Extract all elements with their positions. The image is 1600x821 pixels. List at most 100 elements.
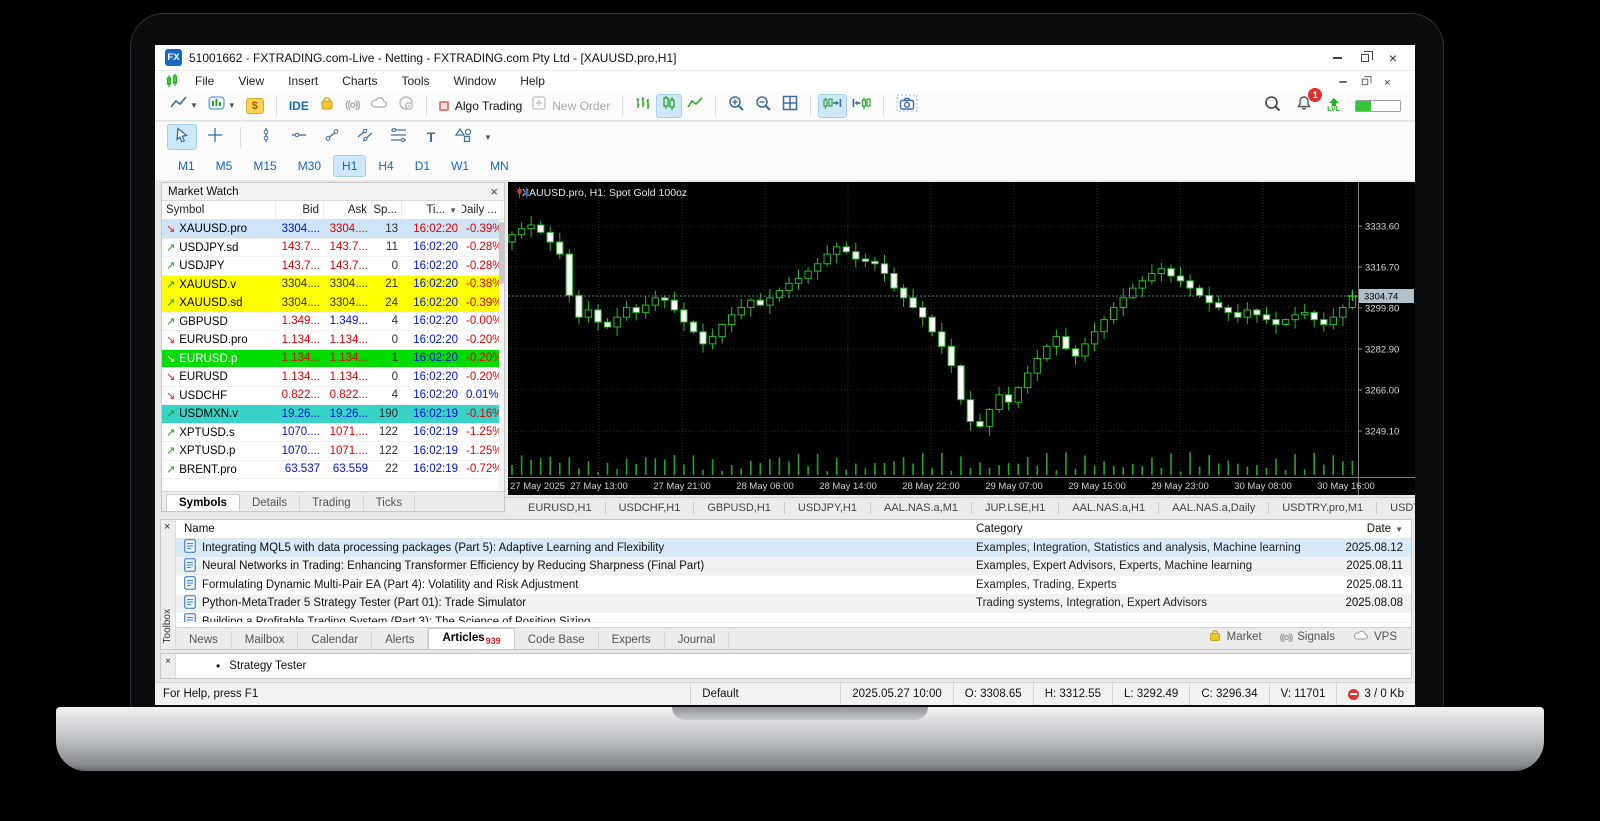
toolbox-tab-experts[interactable]: Experts	[599, 631, 665, 649]
chart-tab-usdjpy-h1[interactable]: USDJPY,H1	[785, 502, 871, 514]
market-watch-row-usdjpy-sd[interactable]: ↗USDJPY.sd143.7...143.7...1116:02:20-0.2…	[162, 239, 504, 258]
menu-window[interactable]: Window	[442, 74, 509, 88]
market-watch-row-usdjpy[interactable]: ↗USDJPY143.7...143.7...016:02:20-0.28%	[162, 257, 504, 276]
timeframe-mn[interactable]: MN	[481, 155, 518, 177]
chart-tab-usdtry-pro-m1[interactable]: USDTRY.pro,M1	[1269, 502, 1377, 514]
menu-file[interactable]: File	[183, 74, 226, 88]
column-header-category[interactable]: Category	[976, 523, 1321, 535]
ide-button[interactable]: IDE	[284, 94, 314, 118]
market-watch-row-xptusd-s[interactable]: ↗XPTUSD.s1070....1071....12216:02:19-1.2…	[162, 424, 504, 443]
chart-tab-aal-nas-a-h1[interactable]: AAL.NAS.a,H1	[1059, 502, 1159, 514]
market-watch-tab-ticks[interactable]: Ticks	[364, 495, 415, 511]
column-header-symbol[interactable]: Symbol	[162, 201, 276, 219]
minimize-button[interactable]	[1325, 49, 1349, 66]
auto-scroll-button[interactable]	[847, 94, 876, 118]
chart-type-dropdown-button[interactable]: ▼	[165, 94, 203, 118]
market-watch-row-eurusd-pro[interactable]: ↘EURUSD.pro1.134...1.134...016:02:20-0.2…	[162, 331, 504, 350]
shapes-tool-button[interactable]	[449, 124, 479, 150]
column-header-ask[interactable]: Ask	[324, 201, 372, 219]
market-watch-close-icon[interactable]: ×	[490, 185, 498, 198]
horizontal-line-tool-button[interactable]	[284, 124, 314, 150]
market-watch-view-dropdown-button[interactable]: ▼	[203, 94, 241, 118]
toolbox-tab-articles[interactable]: Articles939	[428, 628, 514, 649]
market-watch-tab-details[interactable]: Details	[240, 495, 300, 511]
article-row[interactable]: Formulating Dynamic Multi-Pair EA (Part …	[176, 576, 1411, 595]
toolbox-tab-calendar[interactable]: Calendar	[298, 631, 372, 649]
toolbox-close-icon[interactable]: ×	[164, 522, 170, 533]
chart-tab-aal-nas-a-daily[interactable]: AAL.NAS.a,Daily	[1159, 502, 1269, 514]
menu-insert[interactable]: Insert	[276, 74, 330, 88]
market-watch-row-xptusd-p[interactable]: ↗XPTUSD.p1070....1071....12216:02:19-1.2…	[162, 442, 504, 461]
toolbox-tab-news[interactable]: News	[176, 631, 232, 649]
strategy-tester-label[interactable]: Strategy Tester	[229, 660, 306, 672]
zoom-out-button[interactable]	[750, 94, 777, 118]
market-watch-row-eurusd-p[interactable]: ↘EURUSD.p1.134...1.134...116:02:20-0.20%	[162, 350, 504, 369]
chart-restore-button[interactable]	[1355, 74, 1374, 88]
timeframe-h1[interactable]: H1	[333, 155, 366, 177]
toolbox-vps-button[interactable]: VPS	[1353, 629, 1397, 644]
chart-tab-eurusd-h1[interactable]: EURUSD,H1	[515, 502, 606, 514]
signals-button[interactable]: ((o))	[340, 94, 365, 118]
scrollbar-thumb[interactable]	[499, 222, 504, 284]
text-tool-button[interactable]: T	[416, 124, 446, 150]
screenshot-button[interactable]	[891, 94, 923, 118]
chart-tab-usdtr[interactable]: USDTR	[1377, 502, 1415, 514]
zoom-in-button[interactable]	[723, 94, 750, 118]
menu-charts[interactable]: Charts	[330, 74, 389, 88]
chart-tab-jup-lse-h1[interactable]: JUP.LSE,H1	[972, 502, 1059, 514]
column-header-sp[interactable]: Sp...	[372, 201, 402, 219]
market-watch-scrollbar[interactable]	[499, 220, 504, 493]
market-store-button[interactable]	[314, 94, 340, 118]
channel-tool-button[interactable]	[350, 124, 380, 150]
tile-windows-button[interactable]	[777, 94, 803, 118]
column-header-date[interactable]: Date▼	[1321, 523, 1411, 535]
notifications-button[interactable]: 1	[1296, 95, 1312, 116]
bar-chart-mode-button[interactable]	[630, 94, 656, 118]
article-row[interactable]: Python-MetaTrader 5 Strategy Tester (Par…	[176, 595, 1411, 614]
timeframe-h4[interactable]: H4	[369, 155, 402, 177]
algo-trading-button[interactable]: Algo Trading	[434, 94, 527, 118]
close-button[interactable]: ×	[1381, 49, 1405, 66]
menu-help[interactable]: Help	[508, 74, 557, 88]
line-chart-mode-button[interactable]	[682, 94, 708, 118]
status-profile[interactable]: Default	[690, 683, 840, 705]
timeframe-w1[interactable]: W1	[442, 155, 478, 177]
market-watch-row-brent-pro[interactable]: ↗BRENT.pro63.53763.5592216:02:19-0.72%	[162, 461, 504, 480]
deposit-button[interactable]: $	[241, 94, 269, 118]
chart-close-button[interactable]: ×	[1378, 74, 1397, 88]
timeframe-m30[interactable]: M30	[289, 155, 330, 177]
market-watch-tab-symbols[interactable]: Symbols	[166, 494, 240, 511]
toolbox-tab-alerts[interactable]: Alerts	[372, 631, 428, 649]
column-header-bid[interactable]: Bid	[276, 201, 324, 219]
strategy-tester-close-icon[interactable]: ×	[165, 656, 171, 667]
market-watch-row-xauusd-sd[interactable]: ↗XAUUSD.sd3304....3304....2416:02:20-0.3…	[162, 294, 504, 313]
trendline-tool-button[interactable]	[317, 124, 347, 150]
market-watch-row-eurusd[interactable]: ↘EURUSD1.134...1.134...016:02:20-0.20%	[162, 368, 504, 387]
timeframe-m15[interactable]: M15	[244, 155, 285, 177]
article-row[interactable]: Neural Networks in Trading: Enhancing Tr…	[176, 558, 1411, 577]
cursor-tool-button[interactable]	[167, 124, 197, 150]
candlestick-mode-button[interactable]	[656, 94, 682, 118]
market-watch-tab-trading[interactable]: Trading	[300, 495, 364, 511]
chart-tab-usdchf-h1[interactable]: USDCHF,H1	[606, 502, 695, 514]
chart-tab-aal-nas-a-m1[interactable]: AAL.NAS.a,M1	[871, 502, 972, 514]
toolbox-tab-code-base[interactable]: Code Base	[515, 631, 599, 649]
restore-button[interactable]	[1353, 49, 1377, 66]
timeframe-m5[interactable]: M5	[207, 155, 242, 177]
vertical-line-tool-button[interactable]	[251, 124, 281, 150]
community-button[interactable]	[393, 94, 419, 118]
article-row[interactable]: Building a Profitable Trading System (Pa…	[176, 613, 1411, 623]
toolbox-market-button[interactable]: Market	[1208, 628, 1262, 645]
timeframe-m1[interactable]: M1	[169, 155, 204, 177]
market-watch-row-xauusd-pro[interactable]: ↘XAUUSD.pro3304....3304....1316:02:20-0.…	[162, 220, 504, 239]
crosshair-tool-button[interactable]	[200, 124, 230, 150]
column-header-daily[interactable]: Daily ...	[462, 201, 502, 219]
menu-view[interactable]: View	[226, 74, 276, 88]
menu-tools[interactable]: Tools	[390, 74, 442, 88]
column-header-ti[interactable]: Ti...▼	[402, 201, 462, 219]
column-header-name[interactable]: Name	[176, 523, 976, 535]
market-watch-row-usdchf[interactable]: ↘USDCHF0.822...0.822...416:02:200.01%	[162, 387, 504, 406]
chart-minimize-button[interactable]	[1333, 74, 1352, 88]
toolbox-tab-mailbox[interactable]: Mailbox	[232, 631, 299, 649]
market-watch-row-gbpusd[interactable]: ↗GBPUSD1.349...1.349...416:02:20-0.00%	[162, 313, 504, 332]
